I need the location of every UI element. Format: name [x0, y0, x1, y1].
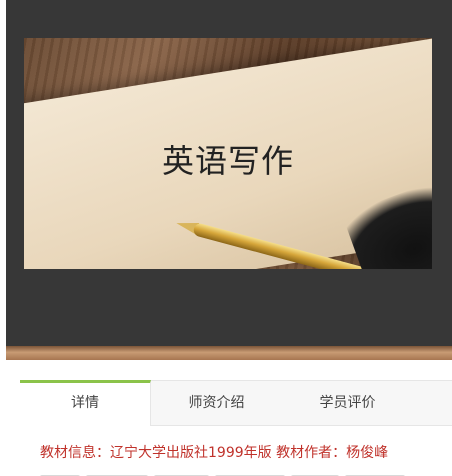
truncated-description: [40, 466, 440, 476]
tab-details[interactable]: 详情: [20, 380, 151, 426]
decorative-wood-strip: [6, 346, 452, 360]
tab-reviews[interactable]: 学员评价: [282, 381, 413, 425]
detail-tabs: 详情 师资介绍 学员评价: [20, 380, 452, 426]
cover-title: 英语写作: [161, 142, 294, 180]
course-cover-image[interactable]: 英语写作: [24, 38, 432, 269]
tab-teachers[interactable]: 师资介绍: [151, 381, 282, 425]
textbook-info: 教材信息：辽宁大学出版社1999年版 教材作者：杨俊峰: [40, 445, 389, 461]
